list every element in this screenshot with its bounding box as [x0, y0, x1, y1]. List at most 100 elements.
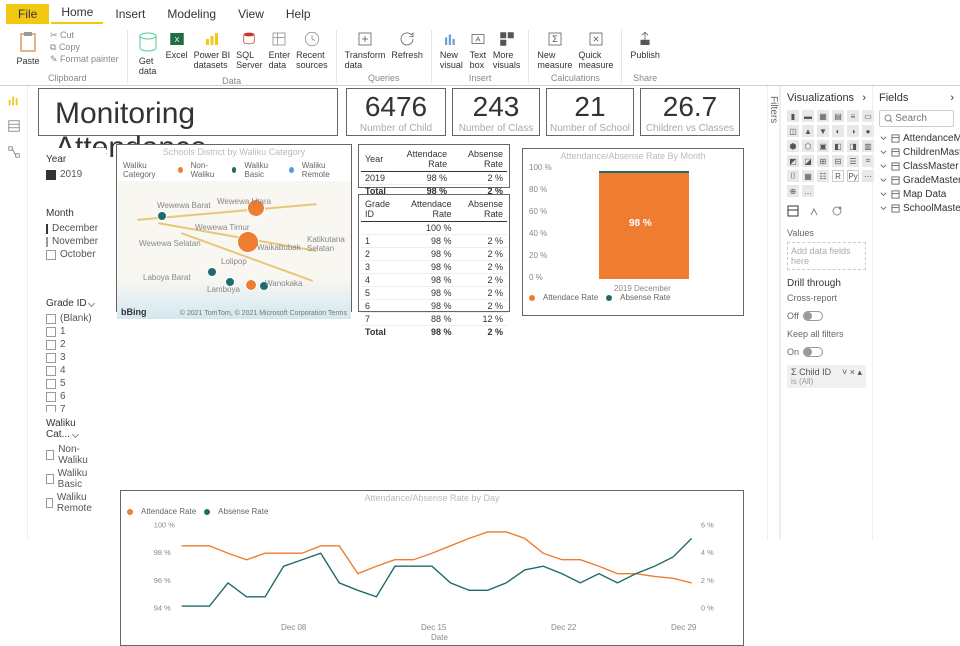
- field-table-item[interactable]: ChildrenMaster: [879, 147, 954, 158]
- filters-pane-collapsed[interactable]: Filters: [768, 86, 780, 540]
- waliku-basic-checkbox[interactable]: Waliku Basic: [46, 468, 98, 490]
- viz-type-icon[interactable]: ◑: [847, 125, 859, 137]
- viz-type-icon[interactable]: ⊕: [787, 185, 799, 197]
- new-measure-button[interactable]: ΣNew measure: [537, 30, 572, 70]
- more-visuals-button[interactable]: More visuals: [493, 30, 521, 70]
- slicer-month[interactable]: Month December November October: [38, 202, 106, 260]
- field-search[interactable]: [879, 110, 954, 127]
- excel-button[interactable]: XExcel: [166, 30, 188, 60]
- map-pin[interactable]: [207, 267, 217, 277]
- kpi-class[interactable]: 243Number of Class: [452, 88, 540, 136]
- slicer-waliku[interactable]: Waliku Cat... Non-Waliku Waliku Basic Wa…: [38, 412, 106, 472]
- grade-checkbox[interactable]: 5: [46, 378, 98, 389]
- cut-button[interactable]: ✂ Cut: [50, 30, 74, 41]
- viz-type-icon[interactable]: ☰: [847, 155, 859, 167]
- viz-type-icon[interactable]: ⌷: [787, 170, 799, 182]
- format-painter-button[interactable]: ✎ Format painter: [50, 54, 119, 65]
- new-visual-button[interactable]: New visual: [440, 30, 463, 70]
- viz-type-icon[interactable]: ⬡: [802, 140, 814, 152]
- viz-type-icon[interactable]: ◪: [802, 155, 814, 167]
- data-view-icon[interactable]: [6, 118, 22, 134]
- quick-measure-button[interactable]: Quick measure: [578, 30, 613, 70]
- bar-absence[interactable]: [599, 171, 689, 173]
- viz-type-icon[interactable]: R: [832, 170, 844, 182]
- grade-checkbox[interactable]: 3: [46, 352, 98, 363]
- chevron-right-icon[interactable]: ›: [862, 92, 866, 104]
- bar-chart[interactable]: Attendance/Absense Rate By Month 100 % 8…: [522, 148, 744, 316]
- viz-type-icon[interactable]: ≡: [847, 110, 859, 122]
- field-table-item[interactable]: GradeMaster: [879, 175, 954, 186]
- grade-checkbox[interactable]: 4: [46, 365, 98, 376]
- format-tab-icon[interactable]: [809, 205, 821, 220]
- table-year[interactable]: YearAttendace RateAbsense Rate201998 %2 …: [358, 144, 510, 188]
- viz-type-icon[interactable]: ▣: [817, 140, 829, 152]
- viz-type-icon[interactable]: ◧: [832, 140, 844, 152]
- grade-checkbox[interactable]: 2: [46, 339, 98, 350]
- slicer-grade[interactable]: Grade ID (Blank)1234567: [38, 292, 106, 406]
- field-table-item[interactable]: Map Data: [879, 189, 954, 200]
- slicer-year[interactable]: Year 2019: [38, 148, 106, 196]
- viz-type-icon[interactable]: ⊞: [817, 155, 829, 167]
- line-chart[interactable]: Attendance/Absense Rate by Day Attendace…: [120, 490, 744, 646]
- sql-server-button[interactable]: SQL Server: [236, 30, 263, 70]
- viz-type-icon[interactable]: Py: [847, 170, 859, 182]
- map-pin[interactable]: [237, 231, 259, 253]
- viz-type-icon[interactable]: ◫: [787, 125, 799, 137]
- transform-data-button[interactable]: Transform data: [345, 30, 386, 70]
- title-visual[interactable]: Monitoring Attendance: [38, 88, 338, 136]
- text-box-button[interactable]: AText box: [469, 30, 487, 70]
- viz-type-icon[interactable]: …: [802, 185, 814, 197]
- year-2019-checkbox[interactable]: 2019: [46, 169, 98, 180]
- waliku-remote-checkbox[interactable]: Waliku Remote: [46, 492, 98, 514]
- field-search-input[interactable]: [895, 113, 949, 124]
- grade-checkbox[interactable]: 1: [46, 326, 98, 337]
- month-nov-checkbox[interactable]: November: [46, 236, 98, 247]
- waliku-non-checkbox[interactable]: Non-Waliku: [46, 444, 98, 466]
- viz-type-icon[interactable]: ▲: [802, 125, 814, 137]
- viz-type-icon[interactable]: ▤: [832, 110, 844, 122]
- viz-type-icon[interactable]: ◐: [832, 125, 844, 137]
- menu-view[interactable]: View: [228, 4, 274, 24]
- drill-field-childid[interactable]: Σ Child IDis (All) ˅ × ▴: [787, 365, 866, 388]
- fields-tab-icon[interactable]: [787, 205, 799, 220]
- menu-modeling[interactable]: Modeling: [157, 4, 226, 24]
- viz-type-icon[interactable]: ⊟: [832, 155, 844, 167]
- viz-type-icon[interactable]: ▮: [787, 110, 799, 122]
- cross-report-toggle[interactable]: [803, 311, 823, 321]
- month-dec-checkbox[interactable]: December: [46, 223, 98, 234]
- viz-type-icon[interactable]: ◨: [847, 140, 859, 152]
- map-canvas[interactable]: Wewewa Barat Wewewa Utara Wewewa Timur W…: [117, 181, 351, 319]
- powerbi-datasets-button[interactable]: Power BI datasets: [194, 30, 231, 70]
- analytics-tab-icon[interactable]: [831, 205, 843, 220]
- model-view-icon[interactable]: [6, 144, 22, 160]
- menu-home[interactable]: Home: [51, 2, 103, 24]
- field-table-item[interactable]: ClassMaster: [879, 161, 954, 172]
- field-table-item[interactable]: AttendanceMaster: [879, 133, 954, 144]
- table-grade[interactable]: Grade IDAttendace RateAbsense Rate100 %1…: [358, 194, 510, 312]
- kpi-ratio[interactable]: 26.7Children vs Classes: [640, 88, 740, 136]
- kpi-school[interactable]: 21Number of School: [546, 88, 634, 136]
- publish-button[interactable]: Publish: [630, 30, 660, 60]
- paste-button[interactable]: Paste: [16, 30, 40, 66]
- get-data-button[interactable]: Get data: [136, 30, 160, 76]
- menu-insert[interactable]: Insert: [105, 4, 155, 24]
- values-dropzone[interactable]: Add data fields here: [787, 242, 866, 270]
- keep-filters-toggle[interactable]: [803, 347, 823, 357]
- viz-type-icon[interactable]: ◩: [787, 155, 799, 167]
- viz-type-icon[interactable]: ☷: [817, 170, 829, 182]
- grade-checkbox[interactable]: 6: [46, 391, 98, 402]
- chevron-right-icon[interactable]: ›: [950, 92, 954, 104]
- menu-help[interactable]: Help: [276, 4, 321, 24]
- menu-file[interactable]: File: [6, 4, 49, 24]
- grade-checkbox[interactable]: (Blank): [46, 313, 98, 324]
- field-table-item[interactable]: SchoolMaster: [879, 203, 954, 214]
- viz-type-icon[interactable]: ▦: [817, 110, 829, 122]
- viz-type-icon[interactable]: ▬: [802, 110, 814, 122]
- kpi-child[interactable]: 6476Number of Child: [346, 88, 446, 136]
- map-visual[interactable]: Schools District by Waliku Category Wali…: [116, 144, 352, 312]
- map-pin[interactable]: [157, 211, 167, 221]
- viz-type-icon[interactable]: ▦: [802, 170, 814, 182]
- report-canvas[interactable]: Monitoring Attendance 6476Number of Chil…: [28, 86, 768, 540]
- copy-button[interactable]: ⧉ Copy: [50, 42, 80, 53]
- enter-data-button[interactable]: Enter data: [269, 30, 291, 70]
